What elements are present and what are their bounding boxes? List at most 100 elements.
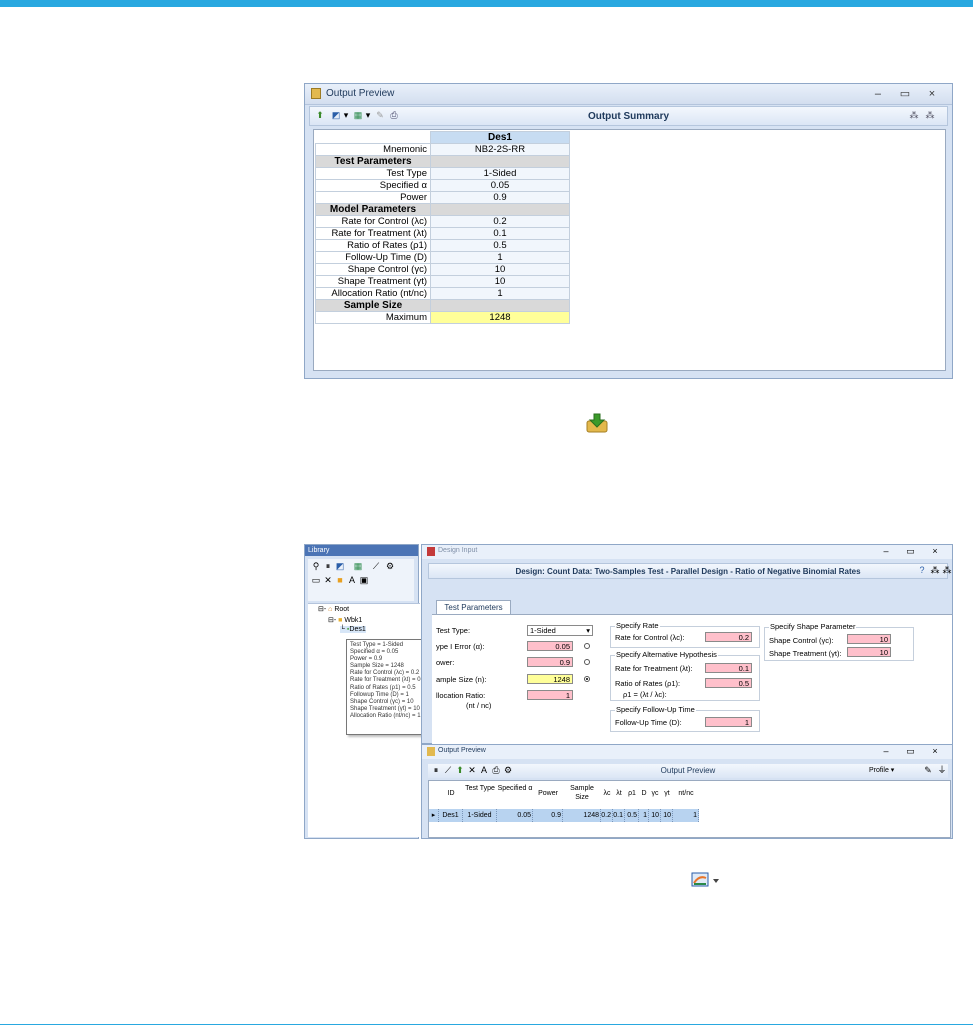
section-spacer xyxy=(430,203,570,216)
tab-test-parameters[interactable]: Test Parameters xyxy=(436,600,511,615)
close-icon[interactable]: × xyxy=(924,546,946,556)
tooltip-line: Specified α = 0.05 xyxy=(350,649,399,656)
output-summary-table: Des1 Mnemonic NB2-2S-RR Test Parameters Tes… xyxy=(315,131,570,324)
grid-column-header[interactable]: D xyxy=(639,783,649,807)
summary-window-title: Output Preview xyxy=(326,88,395,99)
details-icon[interactable]: ⁂ xyxy=(929,565,941,576)
profile-dropdown[interactable]: Profile ▾ xyxy=(869,766,894,774)
pause-icon[interactable]: ⏸ xyxy=(322,561,334,572)
power-label: ower: xyxy=(436,658,455,667)
shape-parameter-title: Specify Shape Parameter xyxy=(769,622,857,631)
grid-cell: 0.5 xyxy=(625,809,639,822)
grid-column-header[interactable]: λc xyxy=(601,783,613,807)
rate-control-input[interactable]: 0.2 xyxy=(705,632,752,642)
minimize-icon[interactable]: – xyxy=(866,88,890,100)
summary-row: Ratio of Rates (ρ1) 0.5 xyxy=(315,239,570,252)
test-type-value: 1-Sided xyxy=(530,626,556,635)
rate-treatment-label: Rate for Treatment (λt): xyxy=(615,664,693,673)
grid-column-header[interactable]: Specified α xyxy=(497,783,533,807)
sample-size-input[interactable]: 1248 xyxy=(527,674,573,684)
close-icon[interactable]: × xyxy=(920,88,944,100)
tree-node-root[interactable]: ⊟- ⌂ Root xyxy=(318,605,349,613)
search-icon[interactable]: ⚲ xyxy=(310,561,322,572)
power-radio[interactable] xyxy=(584,659,590,665)
maximize-icon[interactable]: ▭ xyxy=(899,546,921,557)
compare-icon[interactable]: ⁂ xyxy=(924,110,936,121)
details-icon[interactable]: ⁂ xyxy=(908,110,920,121)
tooltip-line: Sample Size = 1248 xyxy=(350,663,404,670)
note-icon[interactable]: ▭ xyxy=(310,575,322,586)
allocation-ratio-input[interactable]: 1 xyxy=(527,690,573,700)
close-icon[interactable]: × xyxy=(924,746,946,756)
specify-rate-title: Specify Rate xyxy=(615,621,660,630)
summary-row: Shape Treatment (γt) 10 xyxy=(315,275,570,288)
grid-column-header[interactable]: Power xyxy=(533,783,563,807)
shape-treatment-input[interactable]: 10 xyxy=(847,647,891,657)
compare-icon[interactable]: ⁂ xyxy=(941,565,953,576)
follow-up-input[interactable]: 1 xyxy=(705,717,752,727)
grid-column-header[interactable] xyxy=(429,783,439,807)
chevron-down-icon: ▾ xyxy=(586,626,590,635)
grid-column-header[interactable]: ID xyxy=(439,783,463,807)
summary-row: Rate for Control (λc) 0.2 xyxy=(315,215,570,228)
shape-control-input[interactable]: 10 xyxy=(847,634,891,644)
type1-error-input[interactable]: 0.05 xyxy=(527,641,573,651)
test-type-select[interactable]: 1-Sided ▾ xyxy=(527,625,593,636)
section-label: Model Parameters xyxy=(315,203,431,216)
folder-icon: ■ xyxy=(338,617,343,624)
tooltip-line: Shape Treatment (γt) = 10 xyxy=(350,705,420,712)
help-icon[interactable]: ? xyxy=(916,565,928,576)
summary-row-value: 0.1 xyxy=(430,227,570,240)
bottom-accent-line xyxy=(0,1024,973,1025)
tree-node-workbook[interactable]: ⊟- ■ Wbk1 xyxy=(328,616,362,624)
test-type-label: Test Type: xyxy=(436,626,471,635)
grid-column-header[interactable]: ρ1 xyxy=(625,783,639,807)
table-icon[interactable]: ▦ xyxy=(352,561,364,572)
settings-icon[interactable]: ⚙ xyxy=(384,561,396,572)
summary-row: Rate for Treatment (λt) 0.1 xyxy=(315,227,570,240)
follow-up-group: Specify Follow-Up Time Follow-Up Time (D… xyxy=(610,705,760,732)
tooltip-line: Allocation Ratio (nt/nc) = 1 xyxy=(350,712,421,719)
output-preview-title: Output Preview xyxy=(438,747,486,754)
delete-icon[interactable]: ✕ xyxy=(322,575,334,586)
grid-cell: 10 xyxy=(649,809,661,822)
grid-column-header[interactable]: Sample Size xyxy=(563,783,601,807)
ratio-of-rates-input[interactable]: 0.5 xyxy=(705,678,752,688)
grid-column-header[interactable]: γc xyxy=(649,783,661,807)
summary-toolbar-title: Output Summary xyxy=(587,111,670,122)
chart-line-icon[interactable]: ⟋ xyxy=(370,561,382,572)
minimize-icon[interactable]: – xyxy=(875,746,897,756)
summary-row-value: 1 xyxy=(430,251,570,264)
follow-up-title: Specify Follow-Up Time xyxy=(615,705,696,714)
summary-row-label: Test Type xyxy=(315,167,431,180)
rate-treatment-input[interactable]: 0.1 xyxy=(705,663,752,673)
plot-dropdown-icon[interactable] xyxy=(690,872,722,888)
minimize-icon[interactable]: – xyxy=(875,546,897,556)
sample-size-label: ample Size (n): xyxy=(436,675,487,684)
filter-icon[interactable]: ⏚ xyxy=(936,765,948,776)
sample-size-radio[interactable] xyxy=(584,676,590,682)
grid-column-header[interactable]: λt xyxy=(613,783,625,807)
summary-row-label: Shape Control (γc) xyxy=(315,263,431,276)
maximize-icon[interactable]: ▭ xyxy=(893,87,917,100)
summary-row-value: 1 xyxy=(430,287,570,300)
grid-cell: 0.05 xyxy=(497,809,533,822)
follow-up-label: Follow-Up Time (D): xyxy=(615,718,682,727)
summary-row: Shape Control (γc) 10 xyxy=(315,263,570,276)
power-input[interactable]: 0.9 xyxy=(527,657,573,667)
rename-icon[interactable]: A xyxy=(346,575,358,586)
tree-node-design[interactable]: └ ▪Des1 xyxy=(340,626,366,633)
folder-icon[interactable]: ■ xyxy=(334,575,346,586)
summary-row-label: Rate for Treatment (λt) xyxy=(315,227,431,240)
type1-error-radio[interactable] xyxy=(584,643,590,649)
grid-column-header[interactable]: Test Type xyxy=(463,783,497,807)
maximize-icon[interactable]: ▭ xyxy=(899,746,921,757)
plot-icon[interactable]: ◩ xyxy=(334,561,346,572)
output-preview-icon xyxy=(427,747,435,756)
edit-icon[interactable]: ✎ xyxy=(922,765,934,776)
summary-toolbar: ⬆ ◩ ▾ ▦ ▾ ✎ ⎙ Output Summary ⁂ ⁂ xyxy=(309,106,948,126)
column-header-des1: Des1 xyxy=(430,131,570,144)
grid-column-header[interactable]: nt/nc xyxy=(673,783,699,807)
calendar-icon[interactable]: ▣ xyxy=(358,575,370,586)
grid-column-header[interactable]: γt xyxy=(661,783,673,807)
